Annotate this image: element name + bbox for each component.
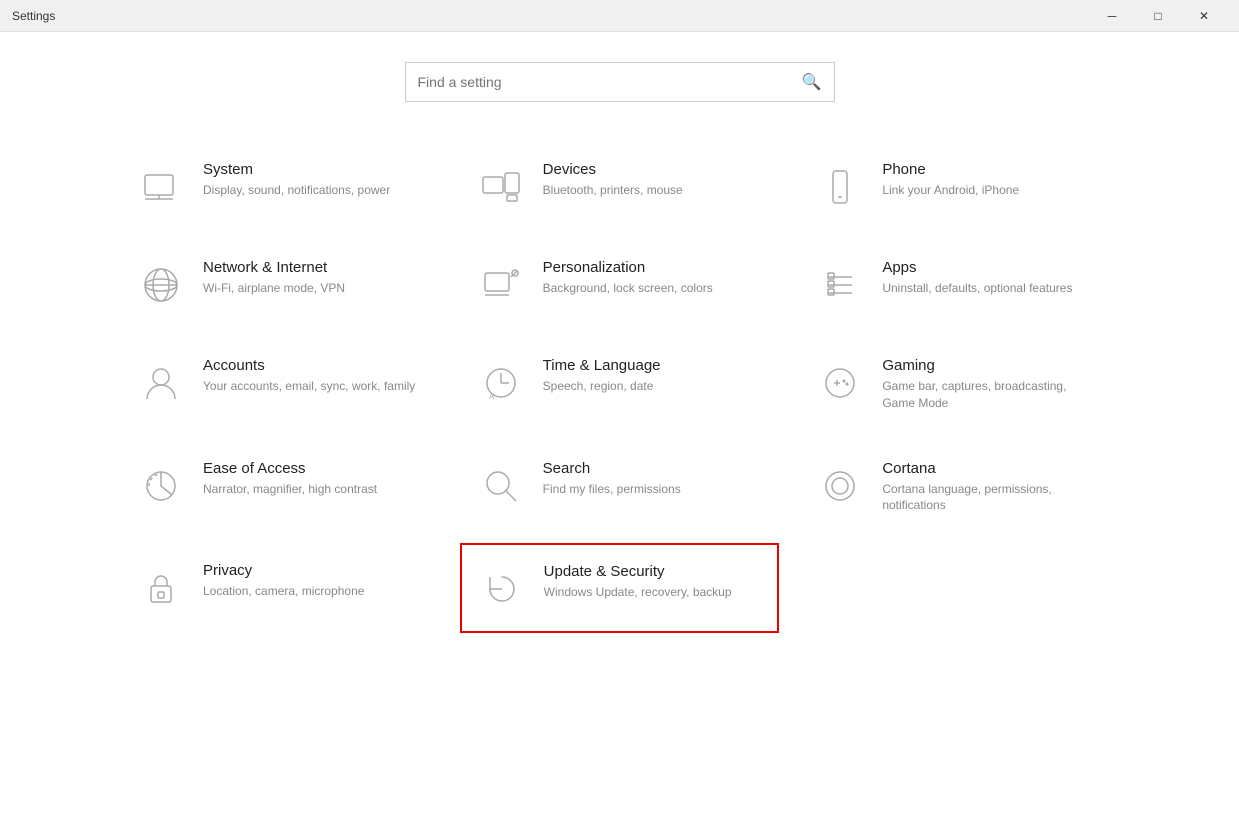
settings-title-system: System — [203, 161, 423, 178]
settings-title-update: Update & Security — [544, 563, 762, 580]
settings-text-privacy: Privacy Location, camera, microphone — [203, 562, 423, 600]
settings-desc-phone: Link your Android, iPhone — [882, 182, 1102, 199]
settings-desc-apps: Uninstall, defaults, optional features — [882, 280, 1102, 297]
settings-title-time: Time & Language — [543, 357, 763, 374]
settings-desc-personalization: Background, lock screen, colors — [543, 280, 763, 297]
gaming-icon — [816, 359, 864, 407]
network-icon — [137, 261, 185, 309]
settings-text-apps: Apps Uninstall, defaults, optional featu… — [882, 259, 1102, 297]
settings-title-apps: Apps — [882, 259, 1102, 276]
settings-desc-accounts: Your accounts, email, sync, work, family — [203, 378, 423, 395]
phone-icon — [816, 163, 864, 211]
settings-item-privacy[interactable]: Privacy Location, camera, microphone — [120, 543, 440, 633]
maximize-button[interactable]: □ — [1135, 0, 1181, 32]
settings-desc-ease: Narrator, magnifier, high contrast — [203, 481, 423, 498]
settings-title-ease: Ease of Access — [203, 460, 423, 477]
settings-item-network[interactable]: Network & Internet Wi-Fi, airplane mode,… — [120, 240, 440, 328]
settings-desc-gaming: Game bar, captures, broadcasting, Game M… — [882, 378, 1102, 412]
settings-desc-update: Windows Update, recovery, backup — [544, 584, 762, 601]
settings-text-gaming: Gaming Game bar, captures, broadcasting,… — [882, 357, 1102, 412]
settings-item-personalization[interactable]: Personalization Background, lock screen,… — [460, 240, 780, 328]
settings-item-update[interactable]: Update & Security Windows Update, recove… — [460, 543, 780, 633]
titlebar: Settings ─ □ ✕ — [0, 0, 1239, 32]
personalization-icon — [477, 261, 525, 309]
settings-title-cortana: Cortana — [882, 460, 1102, 477]
settings-text-devices: Devices Bluetooth, printers, mouse — [543, 161, 763, 199]
settings-title-personalization: Personalization — [543, 259, 763, 276]
settings-text-cortana: Cortana Cortana language, permissions, n… — [882, 460, 1102, 515]
settings-item-phone[interactable]: Phone Link your Android, iPhone — [799, 142, 1119, 230]
minimize-button[interactable]: ─ — [1089, 0, 1135, 32]
settings-desc-devices: Bluetooth, printers, mouse — [543, 182, 763, 199]
system-icon — [137, 163, 185, 211]
main-content: 🔍 System Display, sound, notifications, … — [0, 32, 1239, 837]
settings-text-system: System Display, sound, notifications, po… — [203, 161, 423, 199]
search-icon: 🔍 — [802, 72, 822, 92]
settings-title-phone: Phone — [882, 161, 1102, 178]
settings-item-gaming[interactable]: Gaming Game bar, captures, broadcasting,… — [799, 338, 1119, 431]
search-input[interactable] — [418, 74, 802, 90]
settings-title-accounts: Accounts — [203, 357, 423, 374]
settings-title-network: Network & Internet — [203, 259, 423, 276]
settings-item-system[interactable]: System Display, sound, notifications, po… — [120, 142, 440, 230]
settings-title-devices: Devices — [543, 161, 763, 178]
settings-title-search: Search — [543, 460, 763, 477]
settings-desc-search: Find my files, permissions — [543, 481, 763, 498]
settings-text-accounts: Accounts Your accounts, email, sync, wor… — [203, 357, 423, 395]
privacy-icon — [137, 564, 185, 612]
settings-item-cortana[interactable]: Cortana Cortana language, permissions, n… — [799, 441, 1119, 534]
app-title: Settings — [12, 9, 55, 23]
settings-text-personalization: Personalization Background, lock screen,… — [543, 259, 763, 297]
close-button[interactable]: ✕ — [1181, 0, 1227, 32]
settings-item-time[interactable]: A Time & Language Speech, region, date — [460, 338, 780, 431]
settings-text-phone: Phone Link your Android, iPhone — [882, 161, 1102, 199]
search-container: 🔍 — [120, 62, 1119, 102]
cortana-icon — [816, 462, 864, 510]
settings-item-accounts[interactable]: Accounts Your accounts, email, sync, wor… — [120, 338, 440, 431]
search-box: 🔍 — [405, 62, 835, 102]
settings-desc-time: Speech, region, date — [543, 378, 763, 395]
time-icon: A — [477, 359, 525, 407]
settings-text-network: Network & Internet Wi-Fi, airplane mode,… — [203, 259, 423, 297]
settings-text-search: Search Find my files, permissions — [543, 460, 763, 498]
settings-grid: System Display, sound, notifications, po… — [120, 142, 1119, 633]
apps-icon — [816, 261, 864, 309]
ease-icon — [137, 462, 185, 510]
settings-item-apps[interactable]: Apps Uninstall, defaults, optional featu… — [799, 240, 1119, 328]
settings-title-privacy: Privacy — [203, 562, 423, 579]
settings-desc-system: Display, sound, notifications, power — [203, 182, 423, 199]
window-controls: ─ □ ✕ — [1089, 0, 1227, 32]
settings-item-search[interactable]: Search Find my files, permissions — [460, 441, 780, 534]
settings-text-ease: Ease of Access Narrator, magnifier, high… — [203, 460, 423, 498]
svg-text:A: A — [489, 392, 495, 401]
settings-title-gaming: Gaming — [882, 357, 1102, 374]
settings-text-update: Update & Security Windows Update, recove… — [544, 563, 762, 601]
settings-item-ease[interactable]: Ease of Access Narrator, magnifier, high… — [120, 441, 440, 534]
settings-desc-privacy: Location, camera, microphone — [203, 583, 423, 600]
devices-icon — [477, 163, 525, 211]
settings-text-time: Time & Language Speech, region, date — [543, 357, 763, 395]
settings-desc-cortana: Cortana language, permissions, notificat… — [882, 481, 1102, 515]
settings-item-devices[interactable]: Devices Bluetooth, printers, mouse — [460, 142, 780, 230]
settings-desc-network: Wi-Fi, airplane mode, VPN — [203, 280, 423, 297]
update-icon — [478, 565, 526, 613]
accounts-icon — [137, 359, 185, 407]
search-icon — [477, 462, 525, 510]
